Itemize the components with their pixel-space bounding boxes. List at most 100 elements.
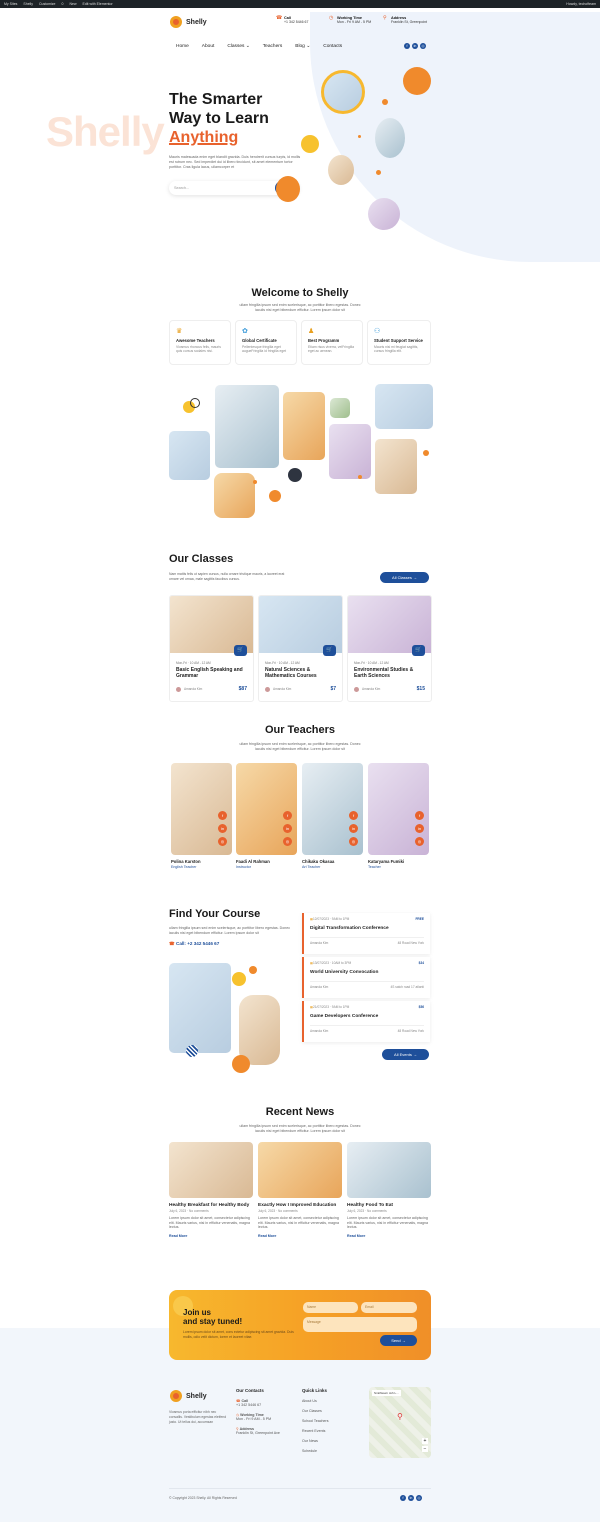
email-field[interactable]: Email [361, 1302, 417, 1313]
read-more-link[interactable]: Read More [347, 1234, 431, 1238]
footer-link[interactable]: Our News [302, 1439, 362, 1443]
nav-contacts[interactable]: Contacts [323, 44, 342, 49]
search-input[interactable]: Search... [174, 186, 189, 190]
header-call: ☎ Call +1 342 5446 67 [276, 16, 308, 25]
news-title[interactable]: Healthy Breakfast for Healthy Body [169, 1203, 253, 1208]
event-author: Amanda Kim [310, 985, 329, 989]
event-card[interactable]: ▦ 13/07/2023 · 10AM to 3PM $34 World Univ… [302, 957, 430, 998]
linkedin-icon[interactable]: in [415, 824, 424, 833]
logo-icon [170, 1390, 182, 1402]
zoom-in-button[interactable]: + [422, 1438, 428, 1444]
footer-divider [169, 1488, 431, 1489]
class-card[interactable]: 🛒 Mon-Fri · 10 AM - 12 AM Natural Scienc… [258, 595, 343, 702]
facebook-icon[interactable]: f [415, 811, 424, 820]
news-card[interactable]: Exactly How I Improved Education July 6,… [258, 1142, 342, 1238]
nav-teachers[interactable]: Teachers [263, 44, 282, 49]
decor-circle [276, 176, 300, 202]
instagram-icon[interactable]: ◎ [420, 43, 426, 49]
footer-link[interactable]: School Teachers [302, 1419, 362, 1423]
instagram-icon[interactable]: ◎ [415, 837, 424, 846]
call-value[interactable]: +1 342 5446 67 [284, 20, 308, 24]
footer-link[interactable]: Recent Events [302, 1429, 362, 1433]
facebook-icon[interactable]: f [404, 43, 410, 49]
admin-item[interactable]: Customize [39, 2, 56, 6]
all-classes-button[interactable]: All Classes → [380, 572, 429, 583]
site-logo[interactable]: Shelly [170, 16, 207, 28]
all-events-button[interactable]: All Events → [382, 1049, 429, 1060]
linkedin-icon[interactable]: in [218, 824, 227, 833]
cart-icon[interactable]: 🛒 [323, 645, 336, 656]
cart-icon[interactable]: 🛒 [412, 645, 425, 656]
admin-item[interactable]: New [69, 2, 76, 6]
news-title[interactable]: Exactly How I Improved Education [258, 1203, 342, 1208]
facebook-icon[interactable]: f [400, 1495, 406, 1501]
class-title[interactable]: Environmental Studies & Earth Sciences [354, 667, 425, 680]
course-call[interactable]: ☎ Call: +2 342 5446 67 [169, 941, 219, 947]
hero-photo-kids [375, 118, 405, 158]
read-more-link[interactable]: Read More [258, 1234, 342, 1238]
teacher-name[interactable]: Chikaku Okasaa [302, 859, 363, 864]
event-title[interactable]: Game Developers Conference [310, 1014, 424, 1019]
teacher-card[interactable]: f in ◎ Faadi Al Rahman Instructor [236, 763, 297, 869]
teacher-name[interactable]: Kataryama Fumiki [368, 859, 429, 864]
facebook-icon[interactable]: f [283, 811, 292, 820]
read-more-link[interactable]: Read More [169, 1234, 253, 1238]
admin-item[interactable]: Edit with Elementor [82, 2, 112, 6]
admin-item[interactable]: Shelly [23, 2, 33, 6]
facebook-icon[interactable]: f [218, 811, 227, 820]
zoom-out-button[interactable]: − [422, 1446, 428, 1452]
event-title[interactable]: Digital Transformation Conference [310, 926, 424, 931]
footer-map[interactable]: Smithtown Joh L... ⚲ + − [369, 1387, 431, 1458]
footer-logo[interactable]: Shelly [170, 1390, 207, 1402]
nav-about[interactable]: About [202, 44, 215, 49]
nav-classes[interactable]: Classes ⌄ [227, 44, 249, 49]
cart-icon[interactable]: 🛒 [234, 645, 247, 656]
nav-blog[interactable]: Blog ⌄ [295, 44, 310, 49]
decor-circle [269, 490, 281, 502]
linkedin-icon[interactable]: in [412, 43, 418, 49]
event-card[interactable]: ▦ 21/07/2023 · 9AM to 1PM $56 Game Develo… [302, 1001, 430, 1042]
admin-user[interactable]: Howdy, techofteam [566, 2, 596, 6]
instagram-icon[interactable]: ◎ [416, 1495, 422, 1501]
teacher-name[interactable]: Faadi Al Rahman [236, 859, 297, 864]
news-card[interactable]: Healthy Food To Eat July 6, 2023 · No co… [347, 1142, 431, 1238]
teacher-card[interactable]: f in ◎ Kataryama Fumiki Teacher [368, 763, 429, 869]
class-image: 🛒 [259, 596, 342, 656]
event-card[interactable]: ▦ 12/07/2023 · 9AM to 1PM FREE Digital Tr… [302, 913, 430, 954]
admin-item[interactable]: 0 [62, 2, 64, 6]
instagram-icon[interactable]: ◎ [349, 837, 358, 846]
instagram-icon[interactable]: ◎ [283, 837, 292, 846]
nav-home[interactable]: Home [176, 44, 189, 49]
feature-desc: Vivamus rhoncus felis, mauris quis cursu… [176, 345, 221, 354]
decor-dot [358, 475, 362, 479]
instagram-icon[interactable]: ◎ [218, 837, 227, 846]
news-title[interactable]: Healthy Food To Eat [347, 1203, 431, 1208]
clock-icon: ◷ [329, 15, 334, 21]
class-card[interactable]: 🛒 Mon-Fri · 10 AM - 12 AM Basic English … [169, 595, 254, 702]
footer-call[interactable]: +1 342 5446 67 [236, 1403, 261, 1407]
hero-title-accent: Anything [169, 129, 239, 146]
class-title[interactable]: Basic English Speaking and Grammar [176, 667, 247, 680]
footer-link[interactable]: Schedule [302, 1449, 362, 1453]
news-card[interactable]: Healthy Breakfast for Healthy Body July … [169, 1142, 253, 1238]
admin-item[interactable]: My Sites [4, 2, 17, 6]
send-button[interactable]: Send → [380, 1335, 417, 1346]
linkedin-icon[interactable]: in [408, 1495, 414, 1501]
linkedin-icon[interactable]: in [283, 824, 292, 833]
class-price: $15 [416, 686, 425, 692]
event-author: Amanda Kim [310, 941, 329, 945]
footer-link[interactable]: Our Classes [302, 1409, 362, 1413]
linkedin-icon[interactable]: in [349, 824, 358, 833]
class-title[interactable]: Natural Sciences & Mathematics Courses [265, 667, 336, 680]
event-title[interactable]: World University Convocation [310, 970, 424, 975]
footer-link[interactable]: About Us [302, 1399, 362, 1403]
feature-desc: Mauris nisi mi feugiat sagittis, cursus … [374, 345, 419, 354]
teacher-card[interactable]: f in ◎ Polina Karston English Teacher [171, 763, 232, 869]
event-date: 21/07/2023 · 9AM to 1PM [313, 1005, 350, 1009]
teacher-card[interactable]: f in ◎ Chikaku Okasaa Art Teacher [302, 763, 363, 869]
class-card[interactable]: 🛒 Mon-Fri · 10 AM - 12 AM Environmental … [347, 595, 432, 702]
message-field[interactable]: Message [303, 1317, 417, 1332]
name-field[interactable]: Name [303, 1302, 358, 1313]
teacher-name[interactable]: Polina Karston [171, 859, 232, 864]
facebook-icon[interactable]: f [349, 811, 358, 820]
